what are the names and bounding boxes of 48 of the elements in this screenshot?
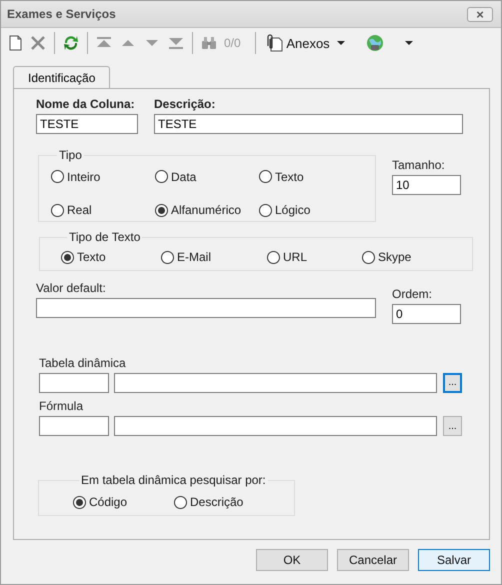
attachments-button[interactable]: Anexos [262,34,330,52]
field-label: Tamanho: [392,158,446,172]
field-label: Fórmula [39,399,84,413]
radio-button[interactable]: URL [267,244,308,270]
tab[interactable]: Identificação [13,66,110,88]
browse-button[interactable]: ... [443,373,462,393]
input-field[interactable] [114,416,437,436]
group-title: Em tabela dinâmica pesquisar por: [80,473,267,487]
input-field[interactable] [36,298,376,318]
input-field[interactable]: TESTE [154,114,463,134]
radio-button[interactable]: Real [51,200,92,221]
input-field[interactable] [114,373,437,393]
input-field[interactable]: 10 [392,175,461,195]
field-label: Tabela dinâmica [39,356,127,370]
radio-button[interactable]: Texto [61,244,106,270]
group-title: Tipo de Texto [68,230,142,244]
input-field[interactable]: 0 [392,304,461,324]
field-label: Nome da Coluna: [36,97,136,111]
input-field[interactable]: TESTE [36,114,138,134]
input-field[interactable] [39,373,109,393]
radio-button[interactable]: Lógico [259,200,310,221]
field-label: Descrição: [154,97,216,111]
caret-icon[interactable] [404,38,414,48]
radio-button[interactable]: Data [155,166,196,188]
refresh-icon[interactable] [62,34,80,52]
radio-button[interactable]: Código [73,489,128,515]
radio-button[interactable]: Inteiro [51,166,100,188]
input-field[interactable] [39,416,109,436]
group-title: Tipo [58,148,83,162]
record-counter: 0/0 [224,36,241,50]
caret-icon[interactable] [336,38,346,48]
dialog-button[interactable]: Cancelar [337,549,409,571]
dialog-button[interactable]: Salvar [418,549,490,571]
radio-button[interactable]: E-Mail [161,244,212,270]
globe-icon[interactable] [366,34,384,52]
delete-icon[interactable] [29,34,47,52]
radio-button[interactable]: Skype [362,244,412,270]
radio-button[interactable]: Texto [259,166,304,188]
radio-button[interactable]: Alfanumérico [155,200,242,221]
field-label: Valor default: [36,281,107,295]
window-title: Exames e Serviços [7,7,116,21]
field-label: Ordem: [392,287,434,301]
binoculars-icon[interactable] [200,34,218,52]
close-button[interactable]: × [467,6,493,22]
radio-button[interactable]: Descrição [174,489,244,515]
dialog-button[interactable]: OK [256,549,328,571]
browse-button[interactable]: ... [443,416,462,436]
new-document-icon[interactable] [7,34,23,52]
